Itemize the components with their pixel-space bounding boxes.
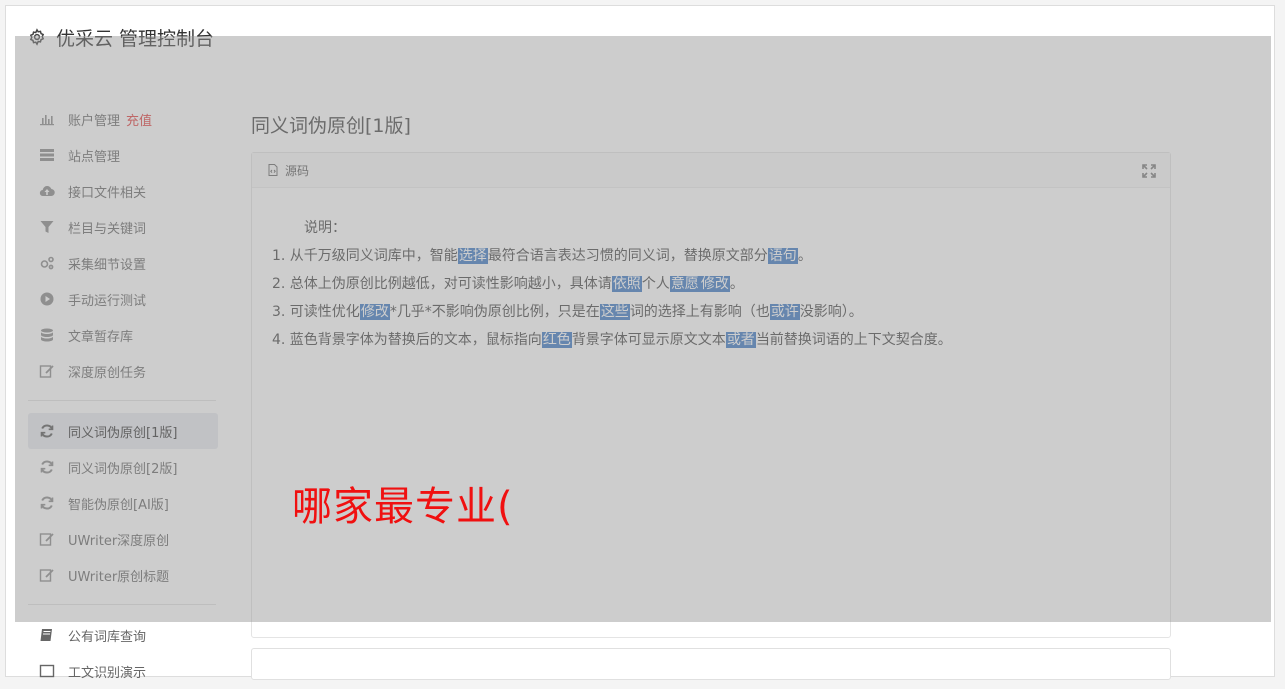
sidebar-item-public-dictionary[interactable]: 公有词库查询 [28, 617, 218, 653]
watermark-text: 哪家最专业( [292, 484, 514, 530]
window-icon [39, 663, 55, 679]
sidebar-item-label: 公有词库查询 [68, 629, 147, 645]
sidebar-item-label: 工文识别演示 [68, 665, 147, 681]
book-icon [39, 627, 55, 643]
output-panel [251, 648, 1171, 680]
modal-overlay [15, 36, 1271, 622]
sidebar-item-recognition-demo[interactable]: 工文识别演示 [28, 653, 218, 689]
